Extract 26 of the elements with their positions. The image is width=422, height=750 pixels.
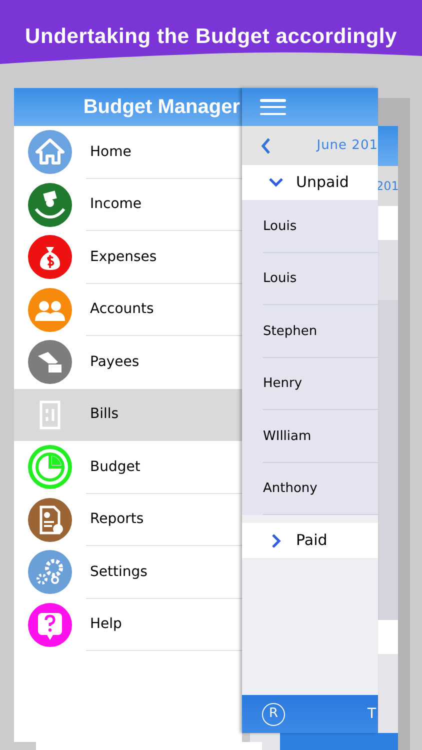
back-button[interactable] [260, 136, 272, 154]
bill-row[interactable]: Anthony [242, 462, 378, 515]
bill-row[interactable]: WIlliam [242, 410, 378, 462]
document-icon [28, 498, 72, 542]
footer-label: T [367, 704, 376, 724]
gears-icon [28, 550, 72, 594]
month-label: June 201 [316, 136, 378, 155]
bill-row[interactable]: Louis [242, 252, 378, 305]
pie-chart-icon [28, 445, 72, 490]
section-header[interactable]: Paid [242, 523, 378, 558]
menu-button[interactable] [260, 97, 286, 117]
app-title: Budget Manager [83, 95, 240, 120]
money-bag-icon [28, 235, 72, 280]
house-icon [28, 130, 72, 174]
hand-card-icon [28, 340, 72, 384]
people-icon [28, 288, 72, 332]
menu-item[interactable]: Bills [14, 388, 242, 441]
bill-row[interactable]: Henry [242, 358, 378, 410]
month-label: 201 [376, 178, 398, 195]
bill-row[interactable]: Louis [242, 200, 378, 252]
bill-row[interactable]: Stephen [242, 305, 378, 358]
banner-title: Undertaking the Budget accordingly [24, 24, 398, 50]
chevron-left-icon [260, 136, 272, 154]
section-header[interactable]: Unpaid [242, 165, 378, 200]
question-bubble-icon [28, 602, 72, 647]
register-button[interactable]: R [262, 702, 285, 726]
